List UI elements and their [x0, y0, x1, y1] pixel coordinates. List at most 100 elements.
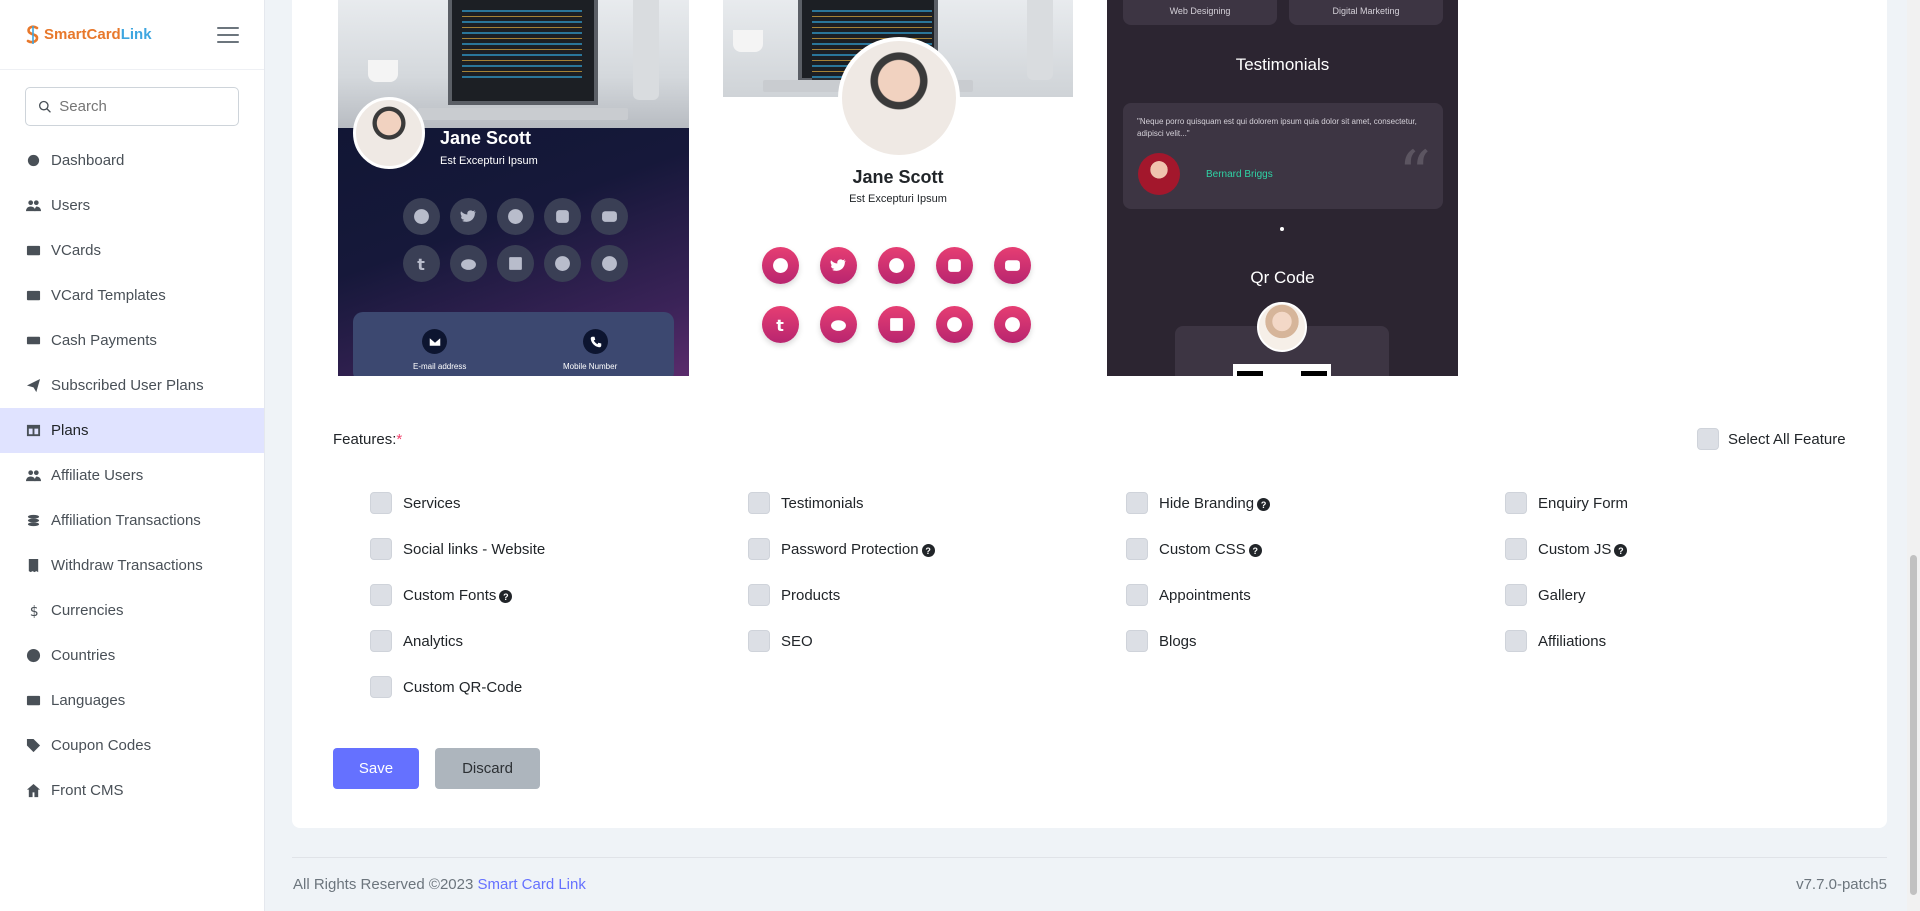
template-preview-2[interactable]: Jane Scott Est Excepturi Ipsum t [723, 0, 1073, 376]
feature-custom-js[interactable]: Custom JS? [1505, 538, 1628, 560]
sidebar-item-languages[interactable]: Languages [0, 678, 264, 723]
help-icon[interactable]: ? [1257, 498, 1271, 511]
tumblr-icon[interactable]: t [762, 306, 799, 343]
sidebar-item-affiliate-users[interactable]: Affiliate Users [0, 453, 264, 498]
help-icon[interactable]: ? [1248, 544, 1262, 557]
feature-seo[interactable]: SEO [748, 630, 813, 652]
tumblr-icon[interactable]: t [403, 245, 440, 282]
feature-services[interactable]: Services [370, 492, 461, 514]
feature-analytics[interactable]: Analytics [370, 630, 463, 652]
social-row-2: t [762, 306, 1031, 343]
sidebar-item-label: Withdraw Transactions [51, 557, 203, 574]
facebook-icon[interactable] [878, 247, 915, 284]
footer-brand-link[interactable]: Smart Card Link [477, 876, 585, 893]
reddit-icon[interactable] [820, 306, 857, 343]
feature-password-protection[interactable]: Password Protection? [748, 538, 935, 560]
profile-subtitle: Est Excepturi Ipsum [849, 193, 947, 205]
feature-checkbox[interactable] [1505, 538, 1527, 560]
feature-checkbox[interactable] [370, 538, 392, 560]
feature-gallery[interactable]: Gallery [1505, 584, 1586, 606]
feature-enquiry-form[interactable]: Enquiry Form [1505, 492, 1628, 514]
app-logo[interactable]: Smart Card Link [25, 24, 152, 45]
feature-checkbox[interactable] [370, 630, 392, 652]
help-icon[interactable]: ? [499, 590, 513, 603]
sidebar-item-front-cms[interactable]: Front CMS [0, 768, 264, 813]
linkedin-icon[interactable] [497, 245, 534, 282]
feature-testimonials[interactable]: Testimonials [748, 492, 864, 514]
feature-custom-fonts[interactable]: Custom Fonts? [370, 584, 513, 606]
feature-checkbox[interactable] [1505, 492, 1527, 514]
twitter-icon[interactable] [450, 198, 487, 235]
feature-checkbox[interactable] [748, 538, 770, 560]
feature-label: Enquiry Form [1538, 494, 1629, 512]
sidebar-item-subscribed-user-plans[interactable]: Subscribed User Plans [0, 363, 264, 408]
feature-checkbox[interactable] [370, 676, 392, 698]
feature-label: Gallery [1538, 586, 1586, 604]
social-row-1 [762, 247, 1031, 284]
feature-checkbox[interactable] [1126, 538, 1148, 560]
globe-icon[interactable] [403, 198, 440, 235]
testimonial-card: "Neque porro quisquam est qui dolorem ip… [1123, 103, 1443, 209]
feature-checkbox[interactable] [1126, 584, 1148, 606]
scrollbar-thumb[interactable] [1910, 555, 1917, 895]
sidebar-item-coupon-codes[interactable]: Coupon Codes [0, 723, 264, 768]
svg-text:t: t [776, 316, 784, 333]
feature-blogs[interactable]: Blogs [1126, 630, 1197, 652]
whatsapp-icon[interactable] [544, 245, 581, 282]
feature-custom-qr-code[interactable]: Custom QR-Code [370, 676, 522, 698]
feature-checkbox[interactable] [1126, 492, 1148, 514]
feature-checkbox[interactable] [748, 630, 770, 652]
feature-affiliations[interactable]: Affiliations [1505, 630, 1606, 652]
youtube-icon[interactable] [591, 198, 628, 235]
template-preview-3[interactable]: Web Designing Digital Marketing Testimon… [1107, 0, 1458, 376]
save-button[interactable]: Save [333, 748, 419, 789]
sidebar-item-plans[interactable]: Plans [0, 408, 264, 453]
sidebar-item-withdraw-transactions[interactable]: Withdraw Transactions [0, 543, 264, 588]
sidebar-item-cash-payments[interactable]: Cash Payments [0, 318, 264, 363]
feature-label: Password Protection [781, 540, 919, 558]
page-scrollbar[interactable] [1907, 0, 1920, 911]
pinterest-icon[interactable] [994, 306, 1031, 343]
feature-checkbox[interactable] [748, 492, 770, 514]
feature-products[interactable]: Products [748, 584, 840, 606]
instagram-icon[interactable] [544, 198, 581, 235]
feature-appointments[interactable]: Appointments [1126, 584, 1251, 606]
feature-checkbox[interactable] [1505, 630, 1527, 652]
discard-button[interactable]: Discard [435, 748, 540, 789]
feature-social-links-website[interactable]: Social links - Website [370, 538, 545, 560]
template-preview-1[interactable]: Jane Scott Est Excepturi Ipsum t E-mail … [338, 0, 689, 376]
feature-checkbox[interactable] [1126, 630, 1148, 652]
whatsapp-icon[interactable] [936, 306, 973, 343]
sidebar-item-vcard-templates[interactable]: VCard Templates [0, 273, 264, 318]
sidebar-item-users[interactable]: Users [0, 183, 264, 228]
linkedin-icon[interactable] [878, 306, 915, 343]
facebook-icon[interactable] [497, 198, 534, 235]
sidebar-item-vcards[interactable]: VCards [0, 228, 264, 273]
feature-checkbox[interactable] [748, 584, 770, 606]
carousel-dot[interactable] [1280, 227, 1284, 231]
feature-custom-css[interactable]: Custom CSS? [1126, 538, 1262, 560]
globe-icon[interactable] [762, 247, 799, 284]
feature-checkbox[interactable] [370, 492, 392, 514]
select-all-checkbox[interactable] [1697, 428, 1719, 450]
service-pills: Web Designing Digital Marketing [1123, 0, 1443, 25]
pinterest-icon[interactable] [591, 245, 628, 282]
twitter-icon[interactable] [820, 247, 857, 284]
help-icon[interactable]: ? [1614, 544, 1628, 557]
feature-hide-branding[interactable]: Hide Branding? [1126, 492, 1271, 514]
sidebar-item-dashboard[interactable]: Dashboard [0, 138, 264, 183]
feature-checkbox[interactable] [370, 584, 392, 606]
sidebar-item-currencies[interactable]: $ Currencies [0, 588, 264, 633]
sidebar-item-countries[interactable]: Countries [0, 633, 264, 678]
home-icon [25, 783, 41, 799]
feature-checkbox[interactable] [1505, 584, 1527, 606]
youtube-icon[interactable] [994, 247, 1031, 284]
instagram-icon[interactable] [936, 247, 973, 284]
reddit-icon[interactable] [450, 245, 487, 282]
select-all-feature[interactable]: Select All Feature [1697, 428, 1846, 450]
sidebar-item-affiliation-transactions[interactable]: Affiliation Transactions [0, 498, 264, 543]
search-input[interactable] [59, 98, 226, 115]
profile-name: Jane Scott [852, 167, 944, 187]
menu-toggle-icon[interactable] [217, 26, 239, 43]
help-icon[interactable]: ? [921, 544, 935, 557]
